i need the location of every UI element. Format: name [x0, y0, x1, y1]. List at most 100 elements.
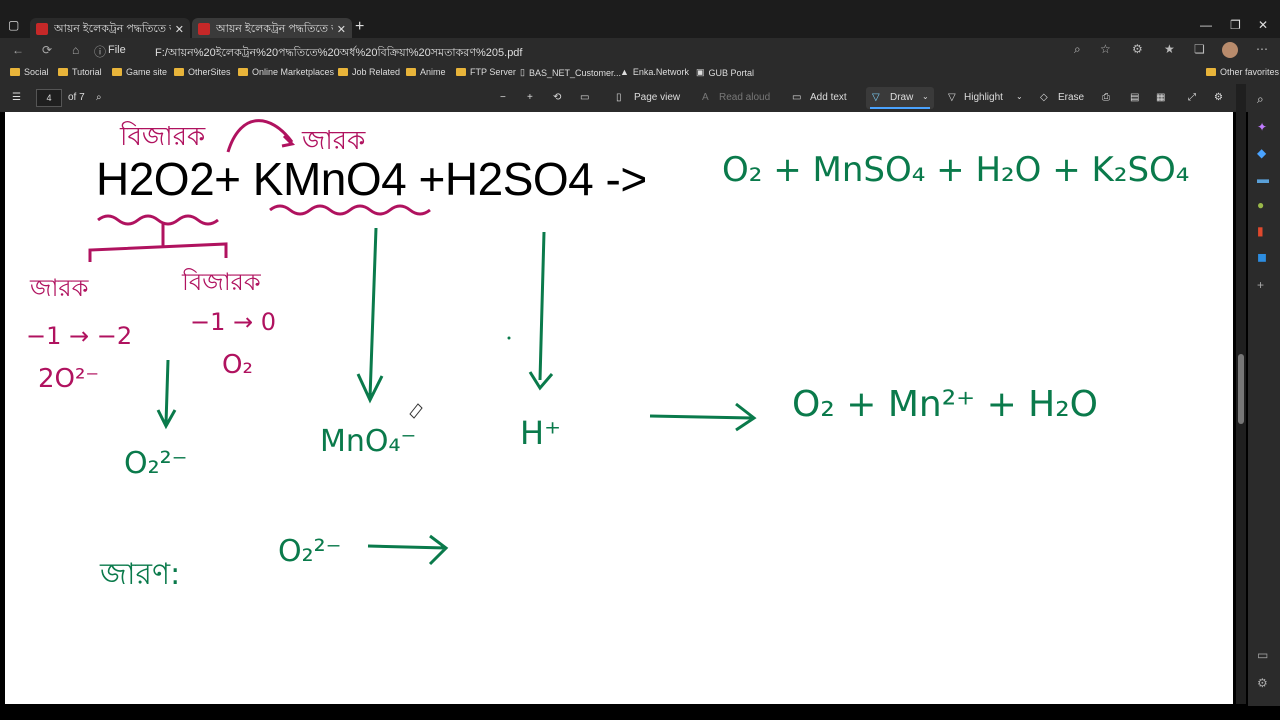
- favorite-add-icon[interactable]: ☆: [1100, 42, 1111, 56]
- url-field[interactable]: F:/আয়ন%20ইলেকট্রন%20পদ্ধতিতে%20অর্ধ%20ব…: [155, 44, 522, 63]
- page-total: of 7: [68, 92, 85, 103]
- print-icon[interactable]: ⎙: [1102, 92, 1110, 103]
- avatar[interactable]: [1222, 42, 1238, 58]
- pdf-icon: [36, 23, 48, 35]
- bookmark-label: OtherSites: [188, 67, 231, 77]
- favorites-icon[interactable]: ★: [1164, 42, 1175, 56]
- page-icon: ▯: [520, 67, 525, 77]
- enka-icon: ▲: [620, 67, 629, 77]
- bookmark-label: Other favorites: [1220, 67, 1280, 77]
- ink-arrow-h2so4: [528, 231, 554, 391]
- draw-pen-icon: ▽: [872, 92, 880, 103]
- bookmark-tutorial[interactable]: Tutorial: [58, 67, 102, 77]
- games-icon[interactable]: ●: [1257, 198, 1264, 212]
- refresh-icon[interactable]: ⟳: [42, 43, 52, 57]
- close-tab-icon[interactable]: ✕: [175, 23, 184, 36]
- zoom-icon[interactable]: ⌕: [1074, 42, 1081, 57]
- fullscreen-icon[interactable]: ⤢: [1188, 92, 1196, 103]
- draw-button[interactable]: ▽ Draw ⌄: [866, 87, 934, 109]
- tag-icon[interactable]: ◆: [1257, 146, 1266, 160]
- ink-dot: [507, 336, 511, 340]
- chevron-down-icon[interactable]: ⌄: [922, 92, 929, 101]
- page-view-icon[interactable]: ▯: [616, 92, 622, 103]
- scrollbar[interactable]: [1236, 84, 1246, 704]
- save-icon[interactable]: ▤: [1130, 92, 1139, 103]
- ink-strokes: [88, 119, 757, 566]
- bookmark-online-marketplaces[interactable]: Online Marketplaces: [238, 67, 334, 77]
- sidebar-settings-icon[interactable]: ⚙: [1257, 676, 1268, 690]
- ink-arrow-h2o2: [156, 359, 177, 430]
- save-as-icon[interactable]: ▦: [1156, 92, 1165, 103]
- zoom-out-icon[interactable]: −: [500, 92, 506, 103]
- panel-icon[interactable]: ▭: [1257, 648, 1268, 662]
- window-menu-icon[interactable]: ▢: [8, 18, 22, 32]
- bookmark-job-related[interactable]: Job Related: [338, 67, 400, 77]
- settings-gear-icon[interactable]: ⚙: [1214, 92, 1223, 103]
- tab-title: আয়ন ইলেকট্রন পদ্ধতিতে অর্ধ বি: [216, 22, 333, 35]
- add-text-button[interactable]: Add text: [810, 92, 847, 103]
- read-aloud-icon: A: [702, 92, 709, 103]
- read-aloud-button[interactable]: Read aloud: [719, 92, 770, 103]
- bookmark-bas-net[interactable]: ▯ BAS_NET_Customer...: [520, 67, 621, 78]
- restore-icon[interactable]: ❐: [1230, 18, 1241, 32]
- search-icon[interactable]: ⌕: [1257, 92, 1264, 107]
- new-tab-icon[interactable]: +: [355, 18, 364, 36]
- other-favorites[interactable]: Other favorites: [1206, 67, 1279, 77]
- add-icon[interactable]: +: [1257, 278, 1264, 292]
- file-label: File: [108, 44, 126, 56]
- folder-icon: [238, 68, 248, 76]
- ink-arrow-result: [649, 402, 757, 432]
- chevron-down-icon[interactable]: ⌄: [1016, 92, 1023, 101]
- address-bar: ← ⟳ ⌂ ⓘ File F:/আয়ন%20ইলেকট্রন%20পদ্ধতি…: [0, 38, 1280, 62]
- minimize-icon[interactable]: —: [1200, 18, 1212, 32]
- outlook-icon[interactable]: ◼: [1257, 250, 1267, 264]
- more-icon[interactable]: ⋯: [1256, 42, 1268, 56]
- bookmark-social[interactable]: Social: [10, 67, 49, 77]
- info-icon: ⓘ: [94, 45, 107, 59]
- search-icon[interactable]: ⌕: [96, 92, 102, 103]
- bookmark-enka-network[interactable]: ▲ Enka.Network: [620, 67, 689, 77]
- bookmark-game-site[interactable]: Game site: [112, 67, 167, 77]
- bookmark-gub-portal[interactable]: ▣ GUB Portal: [696, 67, 754, 78]
- tab-1[interactable]: আয়ন ইলেকট্রন পদ্ধতিতে অর্ধ বি ✕: [30, 18, 190, 40]
- folder-icon: [112, 68, 122, 76]
- page-number-input[interactable]: 4: [36, 89, 62, 107]
- zoom-in-icon[interactable]: +: [527, 92, 533, 103]
- copilot-icon[interactable]: ✦: [1257, 120, 1267, 134]
- close-tab-icon[interactable]: ✕: [337, 23, 346, 36]
- bookmark-label: Anime: [420, 67, 446, 77]
- gub-icon: ▣: [696, 67, 705, 77]
- ink-curve-arrowhead: [281, 134, 296, 148]
- collections-icon[interactable]: ❏: [1194, 42, 1205, 56]
- close-window-icon[interactable]: ✕: [1258, 18, 1268, 32]
- office-icon[interactable]: ▮: [1257, 224, 1264, 238]
- bookmark-label: GUB Portal: [708, 67, 755, 78]
- page-view-button[interactable]: Page view: [634, 92, 680, 103]
- folder-icon: [174, 68, 184, 76]
- extensions-icon[interactable]: ⚙: [1132, 42, 1143, 56]
- highlight-button[interactable]: Highlight: [964, 92, 1003, 103]
- home-icon[interactable]: ⌂: [72, 43, 79, 57]
- bookmark-othersites[interactable]: OtherSites: [174, 67, 231, 77]
- pdf-icon: [198, 23, 210, 35]
- ink-wavy-underline-h2o2: [97, 214, 219, 226]
- back-icon[interactable]: ←: [12, 43, 24, 57]
- tab-title: আয়ন ইলেকট্রন পদ্ধতিতে অর্ধ বি: [54, 22, 171, 35]
- fit-page-icon[interactable]: ▭: [580, 92, 589, 103]
- bookmark-label: Social: [24, 67, 49, 77]
- highlight-icon: ▽: [948, 92, 956, 103]
- scrollbar-thumb[interactable]: [1238, 354, 1244, 424]
- erase-button[interactable]: Erase: [1058, 92, 1084, 103]
- pdf-toolbar: ☰ 4 of 7 ⌕ − + ⟲ ▭ ▯ Page view A Read al…: [0, 84, 1280, 112]
- tab-2[interactable]: আয়ন ইলেকট্রন পদ্ধতিতে অর্ধ বি ✕: [192, 18, 352, 40]
- contents-icon[interactable]: ☰: [12, 92, 21, 103]
- bookmark-label: Enka.Network: [632, 67, 689, 77]
- rotate-icon[interactable]: ⟲: [553, 92, 561, 103]
- pen-cursor-icon: [409, 403, 423, 419]
- ink-bracket: [88, 224, 228, 262]
- bookmark-label: Job Related: [352, 67, 401, 77]
- bookmark-anime[interactable]: Anime: [406, 67, 446, 77]
- bookmark-label: FTP Server: [470, 67, 516, 77]
- shopping-icon[interactable]: ▬: [1257, 172, 1269, 186]
- bookmark-ftp-server[interactable]: FTP Server: [456, 67, 516, 77]
